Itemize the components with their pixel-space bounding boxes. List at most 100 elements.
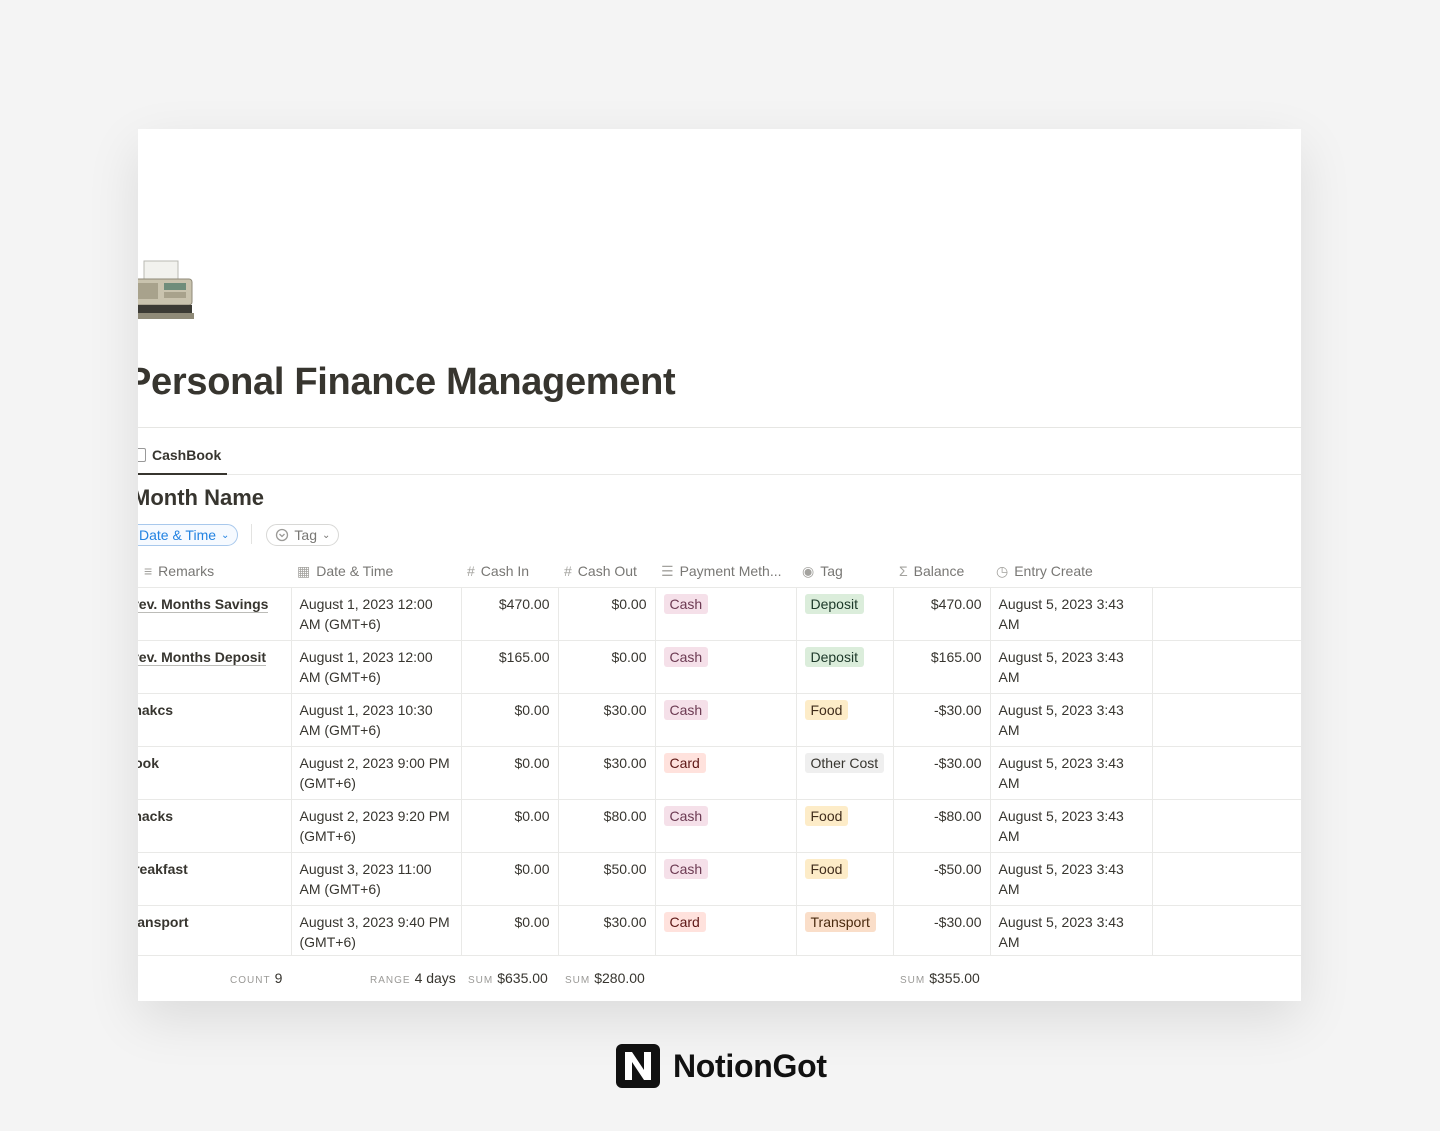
table-row[interactable]: TransportAugust 3, 2023 9:40 PM (GMT+6)$… [138, 905, 1301, 955]
aggregate-value: $635.00 [497, 970, 548, 986]
table-row[interactable]: Prev. Months Savings August 1, 2023 12:00… [138, 587, 1301, 641]
range-aggregate[interactable]: RANGE 4 days [370, 970, 456, 986]
date-filter-chip[interactable]: Date & Time ⌄ [138, 524, 239, 546]
select-icon [276, 528, 289, 542]
cell-cash-in[interactable]: $0.00 [461, 693, 559, 747]
cell-date[interactable]: August 2, 2023 9:00 PM (GMT+6) [291, 746, 462, 800]
cell-balance[interactable]: -$30.00 [893, 693, 991, 747]
cell-cash-out[interactable]: $0.00 [558, 640, 656, 694]
cell-balance[interactable]: -$50.00 [893, 852, 991, 906]
row-title[interactable]: Snakcs [138, 702, 173, 718]
row-title[interactable]: Snacks [138, 808, 173, 824]
column-header-tag[interactable]: ◉ Tag [796, 556, 893, 588]
cell-payment[interactable]: Card [655, 905, 797, 955]
cell-tag[interactable]: Deposit [796, 640, 894, 694]
sum-cash-in-aggregate[interactable]: SUM $635.00 [468, 970, 548, 986]
column-header-cash-in[interactable]: # Cash In [461, 556, 558, 588]
cell-cash-out[interactable]: $50.00 [558, 852, 656, 906]
cell-balance[interactable]: -$80.00 [893, 799, 991, 853]
tag-pill: Food [804, 805, 849, 826]
cell-date[interactable]: August 3, 2023 11:00 AM (GMT+6) [291, 852, 462, 906]
cell-remarks[interactable]: Prev. Months Deposit [138, 640, 292, 694]
tag-pill: Other Cost [804, 752, 885, 773]
cell-created[interactable]: August 5, 2023 3:43 AM [990, 746, 1153, 800]
table-row[interactable]: Snacks August 2, 2023 9:20 PM (GMT+6)$0.0… [138, 799, 1301, 853]
cell-tag[interactable]: Food [796, 799, 894, 853]
cell-tag[interactable]: Food [796, 693, 894, 747]
cell-date[interactable]: August 1, 2023 10:30 AM (GMT+6) [291, 693, 462, 747]
column-header-entry-create[interactable]: ◷ Entry Create [990, 556, 1152, 588]
cell-date[interactable]: August 1, 2023 12:00 AM (GMT+6) [291, 587, 462, 641]
sum-cash-out-aggregate[interactable]: SUM $280.00 [565, 970, 645, 986]
cell-created[interactable]: August 5, 2023 3:43 AM [990, 852, 1153, 906]
cell-cash-in[interactable]: $165.00 [461, 640, 559, 694]
sum-balance-aggregate[interactable]: SUM $355.00 [900, 970, 980, 986]
cell-cash-in[interactable]: $0.00 [461, 905, 559, 955]
cell-balance[interactable]: $165.00 [893, 640, 991, 694]
cell-created[interactable]: August 5, 2023 3:43 AM [990, 905, 1153, 955]
cell-cash-out[interactable]: $0.00 [558, 587, 656, 641]
cell-payment[interactable]: Cash [655, 587, 797, 641]
column-header-date[interactable]: ▦ Date & Time [291, 556, 461, 588]
payment-method-pill: Card [663, 911, 706, 932]
cell-remarks[interactable]: Transport [138, 905, 292, 955]
cell-balance[interactable]: -$30.00 [893, 905, 991, 955]
cell-balance[interactable]: $470.00 [893, 587, 991, 641]
cell-remarks[interactable]: Breakfast [138, 852, 292, 906]
tab-cashbook[interactable]: CashBook [138, 437, 228, 475]
row-title[interactable]: Prev. Months Savings [138, 595, 269, 613]
cell-created[interactable]: August 5, 2023 3:43 AM [990, 587, 1153, 641]
cell-created[interactable]: August 5, 2023 3:43 AM [990, 640, 1153, 694]
row-title[interactable]: Breakfast [138, 861, 188, 877]
fax-machine-icon[interactable] [138, 259, 196, 321]
cell-created[interactable]: August 5, 2023 3:43 AM [990, 799, 1153, 853]
cell-balance[interactable]: -$30.00 [893, 746, 991, 800]
cell-created[interactable]: August 5, 2023 3:43 AM [990, 693, 1153, 747]
table-row[interactable]: Breakfast August 3, 2023 11:00 AM (GMT+6)… [138, 852, 1301, 906]
cell-payment[interactable]: Cash [655, 693, 797, 747]
view-title: Month Name [138, 485, 264, 510]
tag-pill: Food [804, 699, 849, 720]
count-aggregate[interactable]: COUNT 9 [230, 970, 282, 986]
cell-remarks[interactable]: Prev. Months Savings [138, 587, 292, 641]
cell-remarks[interactable]: Snakcs [138, 693, 292, 747]
table-row[interactable]: Snakcs August 1, 2023 10:30 AM (GMT+6)$0.… [138, 693, 1301, 747]
cell-date[interactable]: August 3, 2023 9:40 PM (GMT+6) [291, 905, 462, 955]
table-footer: COUNT 9 RANGE 4 days SUM $635.00 SUM $280.00… [138, 955, 1301, 1001]
cell-cash-in[interactable]: $0.00 [461, 799, 559, 853]
cell-payment[interactable]: Card [655, 746, 797, 800]
aggregate-key: SUM [565, 975, 591, 986]
cell-tag[interactable]: Deposit [796, 587, 894, 641]
formula-icon: Σ [899, 563, 908, 580]
date-filter-label: Date & Time [139, 527, 217, 543]
column-header-remarks[interactable]: ≡ Remarks [138, 556, 291, 588]
cell-cash-out[interactable]: $80.00 [558, 799, 656, 853]
tag-filter-chip[interactable]: Tag ⌄ [266, 524, 340, 546]
cell-date[interactable]: August 2, 2023 9:20 PM (GMT+6) [291, 799, 462, 853]
cell-tag[interactable]: Transport [796, 905, 894, 955]
cell-cash-in[interactable]: $0.00 [461, 852, 559, 906]
table-row[interactable]: Book August 2, 2023 9:00 PM (GMT+6)$0.00$… [138, 746, 1301, 800]
row-title[interactable]: Transport [138, 914, 189, 930]
cell-remarks[interactable]: Snacks [138, 799, 292, 853]
cell-cash-out[interactable]: $30.00 [558, 905, 656, 955]
table-row[interactable]: Prev. Months Deposit August 1, 2023 12:00… [138, 640, 1301, 694]
row-title[interactable]: Prev. Months Deposit [138, 648, 267, 666]
cell-tag[interactable]: Food [796, 852, 894, 906]
payment-method-pill: Cash [663, 593, 709, 614]
cell-date[interactable]: August 1, 2023 12:00 AM (GMT+6) [291, 640, 462, 694]
cell-payment[interactable]: Cash [655, 852, 797, 906]
cell-cash-in[interactable]: $0.00 [461, 746, 559, 800]
row-title[interactable]: Book [138, 755, 159, 771]
cell-remarks[interactable]: Book [138, 746, 292, 800]
column-header-balance[interactable]: Σ Balance [893, 556, 990, 588]
cell-empty [1152, 640, 1301, 694]
column-header-payment[interactable]: ☰ Payment Meth... [655, 556, 796, 588]
cell-payment[interactable]: Cash [655, 799, 797, 853]
cell-cash-out[interactable]: $30.00 [558, 693, 656, 747]
cell-cash-out[interactable]: $30.00 [558, 746, 656, 800]
cell-cash-in[interactable]: $470.00 [461, 587, 559, 641]
column-header-cash-out[interactable]: # Cash Out [558, 556, 655, 588]
cell-payment[interactable]: Cash [655, 640, 797, 694]
cell-tag[interactable]: Other Cost [796, 746, 894, 800]
